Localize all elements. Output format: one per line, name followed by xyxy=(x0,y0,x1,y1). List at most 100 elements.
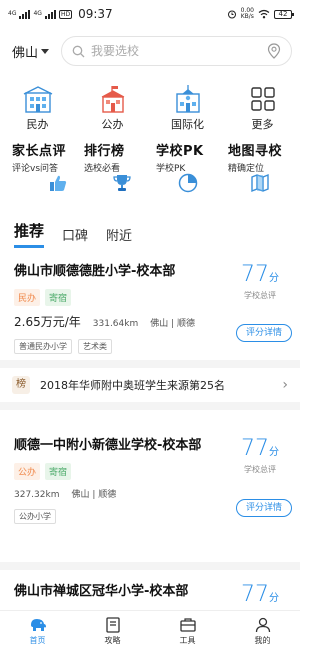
chevron-down-icon xyxy=(41,48,50,54)
nav-home[interactable]: 首页 xyxy=(0,611,75,650)
location-pin-icon[interactable] xyxy=(267,43,281,59)
score-value: 77 xyxy=(241,436,269,461)
school-location: 佛山 | 顺德 xyxy=(71,490,117,500)
score-unit: 分 xyxy=(269,447,279,458)
category-international[interactable]: 国际化 xyxy=(150,84,225,134)
public-school-icon xyxy=(101,86,124,113)
nav-mine[interactable]: 我的 xyxy=(225,611,300,650)
search-row: 佛山 xyxy=(0,34,300,68)
feature-title: 排行榜 xyxy=(84,144,125,159)
home-elephant-icon xyxy=(30,618,46,631)
tag-type: 民办 xyxy=(14,289,41,306)
category-public[interactable]: 公办 xyxy=(75,84,150,134)
status-left: 4G 4G HD 09:37 xyxy=(8,7,113,21)
score-label: 学校总评 xyxy=(244,465,276,474)
divider xyxy=(0,562,300,570)
net-speed: 0.00 KB/s xyxy=(241,8,254,20)
score-unit: 分 xyxy=(269,593,279,604)
hd-badge: HD xyxy=(58,9,73,19)
nav-guide[interactable]: 攻略 xyxy=(75,611,150,650)
tag-boarding: 寄宿 xyxy=(45,289,72,306)
school-chip: 普通民办小学 xyxy=(14,339,72,354)
net-speed-unit: KB/s xyxy=(240,13,254,20)
nav-label: 攻略 xyxy=(104,635,121,645)
ranking-row[interactable]: 榜 2018年华师附中奥班学生来源第25名 › xyxy=(0,370,300,400)
search-box[interactable] xyxy=(61,36,292,66)
private-school-icon xyxy=(23,86,52,113)
battery-icon: 42 xyxy=(274,9,294,19)
international-school-icon xyxy=(175,85,200,113)
pie-chart-icon xyxy=(178,173,198,193)
search-icon xyxy=(72,45,85,57)
category-label: 更多 xyxy=(251,118,274,131)
tag-boarding: 寄宿 xyxy=(45,463,72,480)
school-location: 佛山 | 顺德 xyxy=(150,319,196,329)
user-icon xyxy=(255,617,270,632)
category-more[interactable]: 更多 xyxy=(225,84,300,134)
more-grid-icon xyxy=(250,87,275,111)
nav-label: 首页 xyxy=(29,635,46,645)
feature-subtitle: 评论vs问答 xyxy=(12,164,59,174)
score-detail-button[interactable]: 评分详情 xyxy=(236,499,292,517)
city-selector[interactable]: 佛山 xyxy=(12,42,50,61)
school-score: 77分 xyxy=(230,582,290,608)
score-value: 77 xyxy=(241,582,269,607)
school-chip: 艺术类 xyxy=(78,339,112,354)
bottom-nav: 首页 攻略 工具 我的 xyxy=(0,610,300,650)
ranking-text: 2018年华师附中奥班学生来源第25名 xyxy=(40,379,225,392)
score-label: 学校总评 xyxy=(244,291,276,300)
school-name: 顺德一中附小新德业学校-校本部 xyxy=(14,438,202,453)
divider xyxy=(0,360,300,368)
feature-rankings[interactable]: 排行榜 选校必看 xyxy=(78,140,150,196)
search-input[interactable] xyxy=(91,44,261,58)
signal-icon-2 xyxy=(44,9,56,19)
score-unit: 分 xyxy=(269,273,279,284)
school-score: 77分 学校总评 xyxy=(230,436,290,475)
map-icon xyxy=(251,173,269,193)
school-card[interactable]: 顺德一中附小新德业学校-校本部 公办 寄宿 327.32km 佛山 | 顺德 公… xyxy=(0,436,300,546)
ranking-badge: 榜 xyxy=(12,376,30,394)
trophy-icon xyxy=(113,175,131,191)
category-private[interactable]: 民办 xyxy=(0,84,75,134)
book-icon xyxy=(105,616,120,633)
status-right: 0.00 KB/s 42 xyxy=(227,8,294,20)
status-time: 09:37 xyxy=(78,7,113,21)
alarm-icon xyxy=(227,10,236,19)
category-label: 国际化 xyxy=(171,118,204,131)
feature-title: 学校PK xyxy=(156,144,204,159)
thumbs-up-icon xyxy=(50,175,67,191)
divider xyxy=(0,402,300,410)
school-distance: 327.32km xyxy=(14,490,60,500)
feature-title: 地图寻校 xyxy=(228,144,283,159)
tab-recommend[interactable]: 推荐 xyxy=(14,220,45,248)
feature-school-pk[interactable]: 学校PK 学校PK xyxy=(150,140,222,196)
status-bar: 4G 4G HD 09:37 0.00 KB/s 42 xyxy=(0,0,300,28)
school-price: 2.65万元/年 xyxy=(14,315,81,329)
school-chip: 公办小学 xyxy=(14,509,56,524)
chevron-right-icon: › xyxy=(282,377,288,393)
city-label: 佛山 xyxy=(12,45,39,61)
feature-map-search[interactable]: 地图寻校 精确定位 xyxy=(222,140,294,196)
score-detail-button[interactable]: 评分详情 xyxy=(236,324,292,342)
school-name: 佛山市顺德德胜小学-校本部 xyxy=(14,264,176,279)
tab-reputation[interactable]: 口碑 xyxy=(62,225,88,248)
nav-label: 我的 xyxy=(254,635,271,645)
category-label: 民办 xyxy=(26,118,49,131)
feature-parent-reviews[interactable]: 家长点评 评论vs问答 xyxy=(6,140,78,196)
feature-title: 家长点评 xyxy=(12,144,67,159)
nav-tools[interactable]: 工具 xyxy=(150,611,225,650)
score-value: 77 xyxy=(241,262,269,287)
content-tabs: 推荐 口碑 附近 xyxy=(0,218,300,248)
tab-nearby[interactable]: 附近 xyxy=(106,225,132,248)
network-type-1: 4G xyxy=(8,10,17,17)
feature-row: 家长点评 评论vs问答 排行榜 选校必看 学校PK 学校PK 地图寻校 精确定位 xyxy=(0,140,300,196)
signal-icon xyxy=(19,9,31,19)
category-row: 民办 公办 国际化 更多 xyxy=(0,84,300,134)
school-score: 77分 学校总评 xyxy=(230,262,290,301)
school-card[interactable]: 佛山市禅城区冠华小学-校本部 77分 xyxy=(0,582,300,610)
tag-type: 公办 xyxy=(14,463,41,480)
school-card[interactable]: 佛山市顺德德胜小学-校本部 民办 寄宿 2.65万元/年 331.64km 佛山… xyxy=(0,262,300,362)
network-type-2: 4G xyxy=(33,10,42,17)
school-name: 佛山市禅城区冠华小学-校本部 xyxy=(14,584,189,599)
nav-label: 工具 xyxy=(179,635,196,645)
